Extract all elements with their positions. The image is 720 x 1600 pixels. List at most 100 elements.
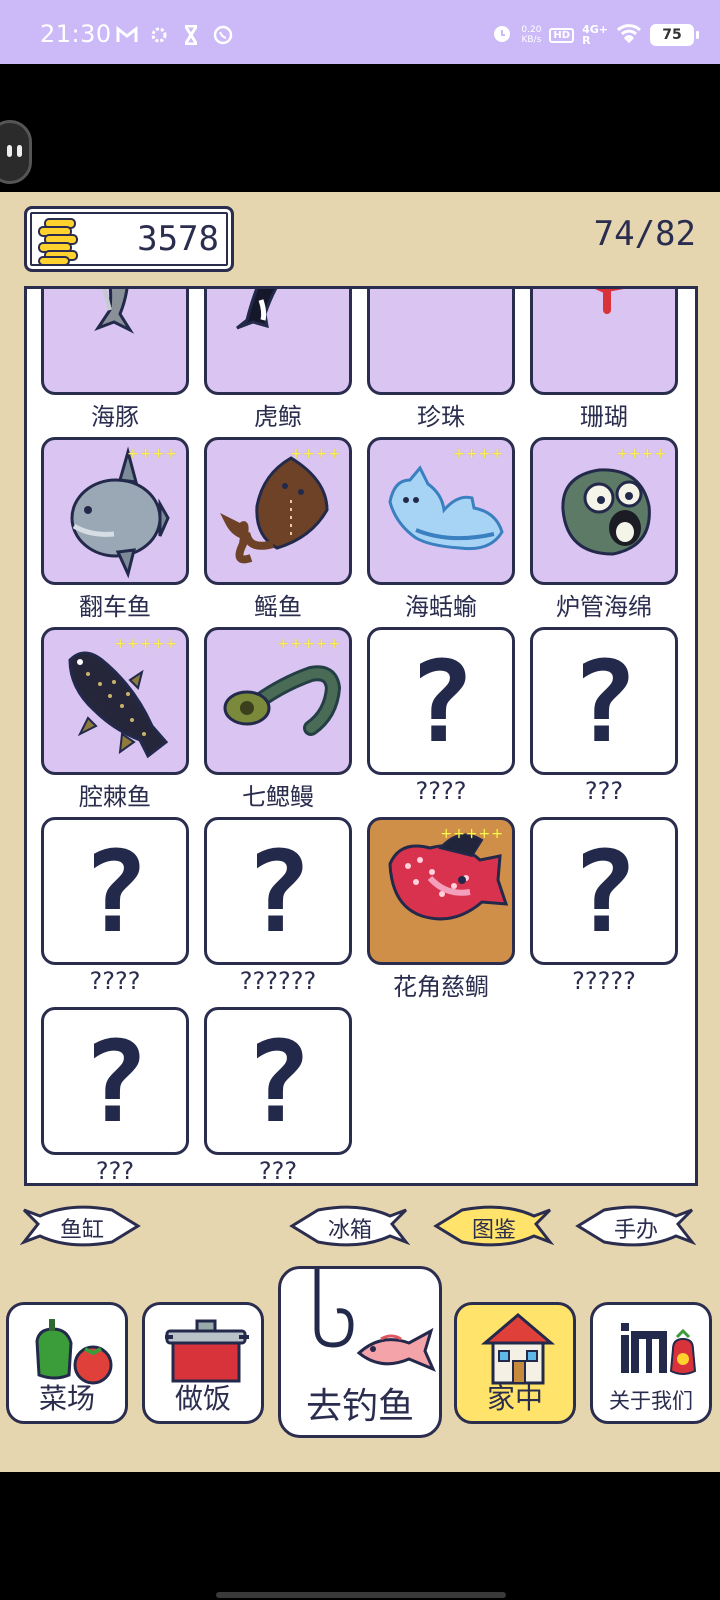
collection-card[interactable]: ++++ <box>530 437 678 585</box>
rarity-stars: +++++ <box>277 636 341 652</box>
collection-card[interactable]: ? <box>530 817 678 965</box>
rarity-stars: ++++ <box>616 446 667 462</box>
coin-stack-icon <box>35 217 81 271</box>
coin-amount: 3578 <box>137 219 219 259</box>
collection-card[interactable]: ++++ <box>367 437 515 585</box>
nav-cook-label: 做饭 <box>174 1382 231 1415</box>
collection-grid: 海豚 虎鲸 珍珠 珊瑚 ++++ 翻车鱼 ++++ 鳐鱼 ++++ 海蛞蝓 ++++ 炉管海绵 ++++… <box>41 289 691 1183</box>
unknown-question-icon: ? <box>570 828 638 958</box>
net-speed: 0.20 KB/s <box>521 25 541 45</box>
collection-item[interactable]: ????? <box>41 817 189 1007</box>
collection-item[interactable]: +++++ 花角慈鲷 <box>367 817 515 1007</box>
tab-fish-tank[interactable]: 鱼缸 <box>20 1202 142 1250</box>
nav-farm-label: 菜场 <box>38 1382 95 1415</box>
collection-item-name: 虎鲸 <box>254 403 302 431</box>
collection-item[interactable]: 虎鲸 <box>204 289 352 437</box>
unknown-question-icon: ? <box>570 638 638 768</box>
collection-item-name: 珊瑚 <box>580 403 628 431</box>
collection-item[interactable]: +++++ 七鳃鳗 <box>204 627 352 817</box>
net-speed-value: 0.20 <box>521 25 542 35</box>
collection-item[interactable]: 珍珠 <box>367 289 515 437</box>
unknown-question-icon: ? <box>81 828 149 958</box>
battery-indicator: 75 <box>650 24 699 46</box>
collection-item[interactable]: ++++ 翻车鱼 <box>41 437 189 627</box>
collection-item-name: 炉管海绵 <box>556 593 652 621</box>
collection-item-name: 海豚 <box>91 403 139 431</box>
collection-item-name: 七鳃鳗 <box>242 783 314 811</box>
hourglass-icon <box>180 24 202 46</box>
collection-card[interactable]: +++++ <box>41 627 189 775</box>
tab-figures-label: 手办 <box>613 1218 658 1243</box>
tab-figures[interactable]: 手办 <box>574 1202 696 1250</box>
collection-card[interactable]: ? <box>41 817 189 965</box>
collection-card[interactable] <box>204 289 352 395</box>
tab-fish-tank-label: 鱼缸 <box>59 1218 104 1243</box>
game-screen: 3578 74/82 海豚 虎鲸 珍珠 珊瑚 ++++ 翻车鱼 ++++ 鳐鱼 ++++ 海蛞蝓 +… <box>0 192 720 1472</box>
alarm-icon <box>491 22 513 48</box>
nav-about-label: 关于我们 <box>609 1389 693 1413</box>
tab-fridge-label: 冰箱 <box>327 1218 372 1243</box>
tab-fridge[interactable]: 冰箱 <box>288 1202 410 1250</box>
unknown-question-icon: ? <box>81 1018 149 1148</box>
collection-item[interactable]: ?????? <box>530 817 678 1007</box>
wifi-icon <box>616 23 642 47</box>
collection-card[interactable]: ? <box>367 627 515 775</box>
nav-farm-button[interactable]: 菜场 <box>6 1302 128 1424</box>
collection-item[interactable]: ??????? <box>204 817 352 1007</box>
collection-item-name: 鳐鱼 <box>254 593 302 621</box>
gmail-icon <box>116 24 138 46</box>
collection-item[interactable]: ++++ 鳐鱼 <box>204 437 352 627</box>
collection-card[interactable]: ++++ <box>204 437 352 585</box>
go-fishing-label: 去钓鱼 <box>305 1386 414 1427</box>
collection-item[interactable]: ???? <box>41 1007 189 1183</box>
collection-item[interactable]: 珊瑚 <box>530 289 678 437</box>
collection-item-name: ??? <box>95 1157 135 1185</box>
collection-item-name: ????? <box>572 967 636 995</box>
unknown-question-icon: ? <box>244 828 312 958</box>
bottom-nav: 菜场 做饭 去钓鱼 家中 关于我们 <box>0 1262 720 1472</box>
nav-about-button[interactable]: 关于我们 <box>590 1302 712 1424</box>
collection-card[interactable]: ++++ <box>41 437 189 585</box>
collection-card[interactable] <box>530 289 678 395</box>
collection-item[interactable]: ???? <box>530 627 678 817</box>
collection-item[interactable]: ???? <box>204 1007 352 1183</box>
network-sub-label: R <box>582 34 591 47</box>
whatsapp-icon <box>212 24 234 46</box>
collection-item-name: 翻车鱼 <box>79 593 151 621</box>
rarity-stars: ++++ <box>290 446 341 462</box>
collection-card[interactable]: ? <box>530 627 678 775</box>
collection-card[interactable]: ? <box>204 1007 352 1155</box>
collection-item[interactable]: ++++ 海蛞蝓 <box>367 437 515 627</box>
nav-cook-button[interactable]: 做饭 <box>142 1302 264 1424</box>
collection-card[interactable] <box>367 289 515 395</box>
coin-counter: 3578 <box>24 206 234 272</box>
collection-item-name: ??? <box>258 1157 298 1185</box>
notification-icons <box>116 24 234 46</box>
nav-home-button[interactable]: 家中 <box>454 1302 576 1424</box>
collection-card[interactable]: ? <box>41 1007 189 1155</box>
rarity-stars: +++++ <box>440 826 504 842</box>
collection-item[interactable]: 海豚 <box>41 289 189 437</box>
net-speed-unit: KB/s <box>521 35 542 45</box>
rarity-stars: ++++ <box>127 446 178 462</box>
collection-card[interactable] <box>41 289 189 395</box>
collection-item[interactable]: +++++ 腔棘鱼 <box>41 627 189 817</box>
system-indicators: 0.20 KB/s HD 4G+ R 75 <box>491 22 699 48</box>
home-indicator-bar[interactable] <box>216 1592 506 1598</box>
status-bar: 21:30 0.20 KB/s HD 4G+ R 75 <box>0 0 720 64</box>
collection-panel[interactable]: 海豚 虎鲸 珍珠 珊瑚 ++++ 翻车鱼 ++++ 鳐鱼 ++++ 海蛞蝓 ++++ 炉管海绵 ++++… <box>24 286 698 1186</box>
collection-item[interactable]: ++++ 炉管海绵 <box>530 437 678 627</box>
settings-cog-icon <box>148 24 170 46</box>
unknown-question-icon: ? <box>407 638 475 768</box>
tab-encyclopedia[interactable]: 图鉴 <box>432 1202 554 1250</box>
collection-item[interactable]: ????? <box>367 627 515 817</box>
go-fishing-button[interactable]: 去钓鱼 <box>278 1266 442 1438</box>
collection-item-name: ?????? <box>239 967 317 995</box>
floating-assistant-bubble[interactable] <box>0 120 32 184</box>
collection-item-name: ??? <box>584 777 624 805</box>
collection-card[interactable]: +++++ <box>204 627 352 775</box>
collection-item-name: ???? <box>89 967 141 995</box>
collection-card[interactable]: +++++ <box>367 817 515 965</box>
collection-card[interactable]: ? <box>204 817 352 965</box>
collection-item-name: 腔棘鱼 <box>79 783 151 811</box>
